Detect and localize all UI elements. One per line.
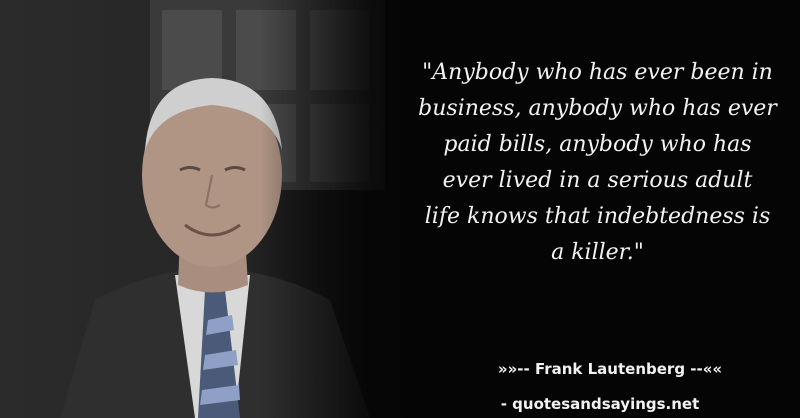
quote-line: "Anybody who has ever been in (422, 60, 773, 85)
quote-text: "Anybody who has ever been in business, … (405, 55, 790, 271)
author-attribution: »»-- Frank Lautenberg --«« (497, 360, 723, 378)
quote-card: "Anybody who has ever been in business, … (0, 0, 800, 418)
quote-line: paid bills, anybody who has (443, 132, 752, 157)
quote-line: ever lived in a serious adult (442, 168, 753, 193)
quote-line: business, anybody who has ever (418, 96, 777, 121)
portrait-photo (0, 0, 440, 418)
quote-line: life knows that indebtedness is (424, 204, 771, 229)
site-credit: - quotesandsayings.net (500, 395, 700, 413)
quote-line: a killer." (551, 240, 644, 265)
